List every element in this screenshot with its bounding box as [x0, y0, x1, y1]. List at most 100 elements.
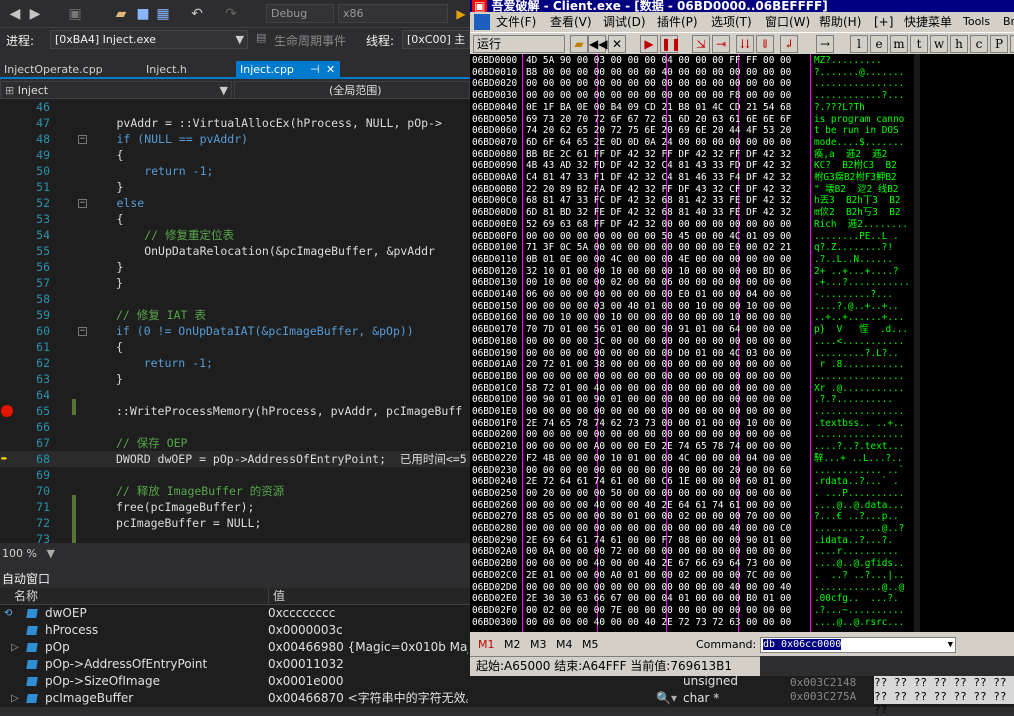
code-line[interactable]: 57} — [0, 275, 470, 291]
menu-br[interactable]: Br — [1003, 12, 1014, 32]
dump-row[interactable]: 06BD02F0 00 02 00 00 00 7E 00 00 00 00 00… — [470, 605, 914, 617]
code-line[interactable]: 65::WriteProcessMemory(hProcess, pvAddr,… — [0, 403, 470, 419]
code-line[interactable]: 49 { — [0, 147, 470, 163]
dump-row[interactable]: 06BD00F0 00 00 00 00 00 00 00 00 50 45 00… — [470, 231, 914, 243]
code-line[interactable]: 64 — [0, 387, 470, 403]
window-button-e[interactable]: e — [870, 35, 888, 53]
go-to-icon[interactable]: → — [816, 35, 834, 53]
variable-value[interactable]: 0x0000003c — [268, 622, 468, 639]
mark-tab-m3[interactable]: M3 — [530, 638, 547, 651]
dump-row[interactable]: 06BD0140 06 00 00 00 00 00 00 00 00 E0 01… — [470, 289, 914, 301]
window-button-h[interactable]: h — [950, 35, 968, 53]
back-icon[interactable]: ◀ — [6, 5, 24, 23]
col-name-header[interactable]: 名称 — [14, 588, 38, 605]
code-line[interactable]: 70 // 释放 ImageBuffer 的资源 — [0, 483, 470, 499]
code-editor[interactable]: 46 47 pvAddr = ::VirtualAllocEx(hProcess, … — [0, 99, 470, 543]
step-over-icon[interactable]: ⇥ — [712, 35, 730, 53]
tab-injectoperate-cpp[interactable]: InjectOperate.cpp — [0, 61, 107, 79]
tab-inject-h[interactable]: Inject.h — [142, 61, 191, 79]
code-line[interactable]: 50 return -1; — [0, 163, 470, 179]
close-icon[interactable]: ✕ — [326, 61, 335, 79]
code-line[interactable]: 51} — [0, 179, 470, 195]
variable-value[interactable]: 0xcccccccc — [268, 605, 468, 622]
dump-row[interactable]: 06BD02E0 2E 30 30 63 66 67 00 00 04 01 00… — [470, 593, 914, 605]
dump-row[interactable]: 06BD0070 6D 6F 64 65 2E 0D 0D 0A 24 00 00… — [470, 137, 914, 149]
dump-row[interactable]: 06BD0290 2E 69 64 61 74 61 00 00 F7 08 00… — [470, 535, 914, 547]
code-line[interactable]: 66 — [0, 419, 470, 435]
open-folder-icon[interactable]: ▰ — [112, 5, 130, 23]
dump-row[interactable]: 06BD0270 88 05 00 00 00 80 01 00 00 02 00… — [470, 511, 914, 523]
pause-icon[interactable]: ❚❚ — [660, 35, 681, 53]
code-line[interactable]: 53 { — [0, 211, 470, 227]
code-line[interactable]: 48 if (NULL == pvAddr) − — [0, 131, 470, 147]
save-all-icon[interactable]: ▦ — [154, 5, 172, 23]
continue-icon[interactable]: ▶ — [452, 5, 470, 23]
dump-row[interactable]: 06BD0150 00 00 00 00 03 00 40 01 00 00 10… — [470, 301, 914, 313]
dump-row[interactable]: 06BD00C0 68 81 47 33 FC DF 42 32 68 81 42… — [470, 195, 914, 207]
dump-row[interactable]: 06BD01C0 58 72 01 00 40 00 00 00 00 00 00… — [470, 383, 914, 395]
col-value-header[interactable]: 值 — [268, 588, 285, 605]
variable-value[interactable]: 0x00466980 {Magic=0x010b MajorLink — [268, 639, 468, 656]
code-line[interactable]: 60 if (0 != OnUpDataIAT(&pcImageBuffer, &… — [0, 323, 470, 339]
window-button-c[interactable]: c — [970, 35, 988, 53]
window-button-k[interactable]: k — [1010, 35, 1014, 53]
breakpoint-icon[interactable] — [1, 405, 13, 417]
lifecycle-events-label[interactable]: 生命周期事件 — [274, 32, 346, 49]
visualizer-icon[interactable]: 🔍▾ — [656, 690, 677, 707]
expand-icon[interactable]: ▷ — [11, 690, 19, 707]
process-select[interactable]: [0xBA4] Inject.exe ▼ — [50, 30, 248, 49]
dump-row[interactable]: 06BD0110 0B 01 0E 00 00 4C 00 00 00 4E 00… — [470, 254, 914, 266]
fold-toggle-icon[interactable]: − — [78, 327, 87, 336]
menu-plus[interactable]: [+] — [874, 12, 893, 32]
code-line[interactable]: 47 pvAddr = ::VirtualAllocEx(hProcess, NU… — [0, 115, 470, 131]
code-line[interactable]: 58 — [0, 291, 470, 307]
dump-row[interactable]: 06BD02B0 00 00 00 00 40 00 00 40 2E 67 66… — [470, 558, 914, 570]
dump-row[interactable]: 06BD0040 0E 1F BA 0E 00 B4 09 CD 21 B8 01… — [470, 102, 914, 114]
dump-row[interactable]: 06BD0240 2E 72 64 61 74 61 00 00 C6 1E 00… — [470, 476, 914, 488]
code-line[interactable]: 71 free(pcImageBuffer); — [0, 499, 470, 515]
expand-icon[interactable]: ▷ — [11, 639, 19, 656]
dump-row[interactable]: 06BD0030 00 00 00 00 00 00 00 00 00 00 00… — [470, 90, 914, 102]
command-input[interactable]: db 0x06cc0000 ▼ — [760, 637, 956, 653]
dump-row[interactable]: 06BD02A0 00 0A 00 00 00 72 00 00 00 00 00… — [470, 546, 914, 558]
dump-row[interactable]: 06BD0060 74 20 62 65 20 72 75 6E 20 69 6E… — [470, 125, 914, 137]
dump-row[interactable]: 06BD00D0 6D 81 BD 32 FE DF 42 32 68 81 40… — [470, 207, 914, 219]
execute-till-return-icon[interactable]: ↲ — [780, 35, 798, 53]
code-line[interactable]: 73 — [0, 531, 470, 543]
undo-icon[interactable]: ↶ — [188, 5, 206, 23]
lifecycle-icon[interactable]: ▤ — [256, 31, 266, 44]
thread-select[interactable]: [0xC00] 主 — [402, 30, 470, 49]
dump-row[interactable]: 06BD0210 00 00 00 00 A0 00 00 E0 2E 74 65… — [470, 441, 914, 453]
variable-value[interactable]: 0x00466870 <字符串中的字符无效。> — [268, 690, 468, 707]
window-button-m[interactable]: m — [890, 35, 908, 53]
dump-row[interactable]: 06BD0090 4B 43 AD 32 FD DF 42 32 C4 81 43… — [470, 160, 914, 172]
dump-row[interactable]: 06BD0170 70 7D 01 00 56 01 00 00 90 91 01… — [470, 324, 914, 336]
fold-toggle-icon[interactable]: − — [78, 199, 87, 208]
menu-debug[interactable]: 调试(D) — [603, 12, 646, 32]
dump-row[interactable]: 06BD0120 32 10 01 00 00 10 00 00 00 10 00… — [470, 266, 914, 278]
save-icon[interactable]: ■ — [134, 5, 152, 23]
dump-row[interactable]: 06BD0180 00 00 00 00 3C 00 00 00 00 00 00… — [470, 336, 914, 348]
menu-shortcut[interactable]: 快捷菜单 — [904, 12, 952, 32]
menu-view[interactable]: 查看(V) — [550, 12, 592, 32]
tab-inject-cpp[interactable]: Inject.cpp ⊣ ✕ — [236, 61, 340, 79]
window-icon[interactable] — [474, 14, 490, 30]
variable-value[interactable]: 0x00011032 — [268, 656, 468, 673]
scroll-stripe[interactable] — [914, 54, 920, 632]
menu-tools[interactable]: Tools — [963, 12, 990, 32]
code-line[interactable]: 59 // 修复 IAT 表 — [0, 307, 470, 323]
dump-row[interactable]: 06BD00A0 C4 81 47 33 F1 DF 42 32 C4 81 46… — [470, 172, 914, 184]
trace-into-icon[interactable]: ⇊ — [736, 35, 754, 53]
autos-row[interactable]: ▷ pcImageBuffer 0x00466870 <字符串中的字符无效。> 🔍▾ c… — [0, 690, 760, 707]
dump-row[interactable]: 06BD02D0 00 00 00 00 00 00 00 00 00 00 00… — [470, 582, 914, 594]
code-line[interactable]: 61 { — [0, 339, 470, 355]
scope-select[interactable]: (全局范围) — [234, 81, 470, 99]
code-line[interactable]: 68 DWORD dwOEP = pOp->AddressOfEntryPoint… — [0, 451, 470, 467]
chevron-down-icon[interactable]: ▼ — [46, 547, 54, 560]
open-icon[interactable]: ▰ — [570, 35, 588, 53]
dump-row[interactable]: 06BD0300 00 00 00 00 40 00 00 40 2E 72 73… — [470, 617, 914, 629]
window-button-P[interactable]: P — [990, 35, 1008, 53]
window-button-w[interactable]: w — [930, 35, 948, 53]
chevron-down-icon[interactable]: ▼ — [948, 638, 953, 652]
window-button-t[interactable]: t — [910, 35, 928, 53]
